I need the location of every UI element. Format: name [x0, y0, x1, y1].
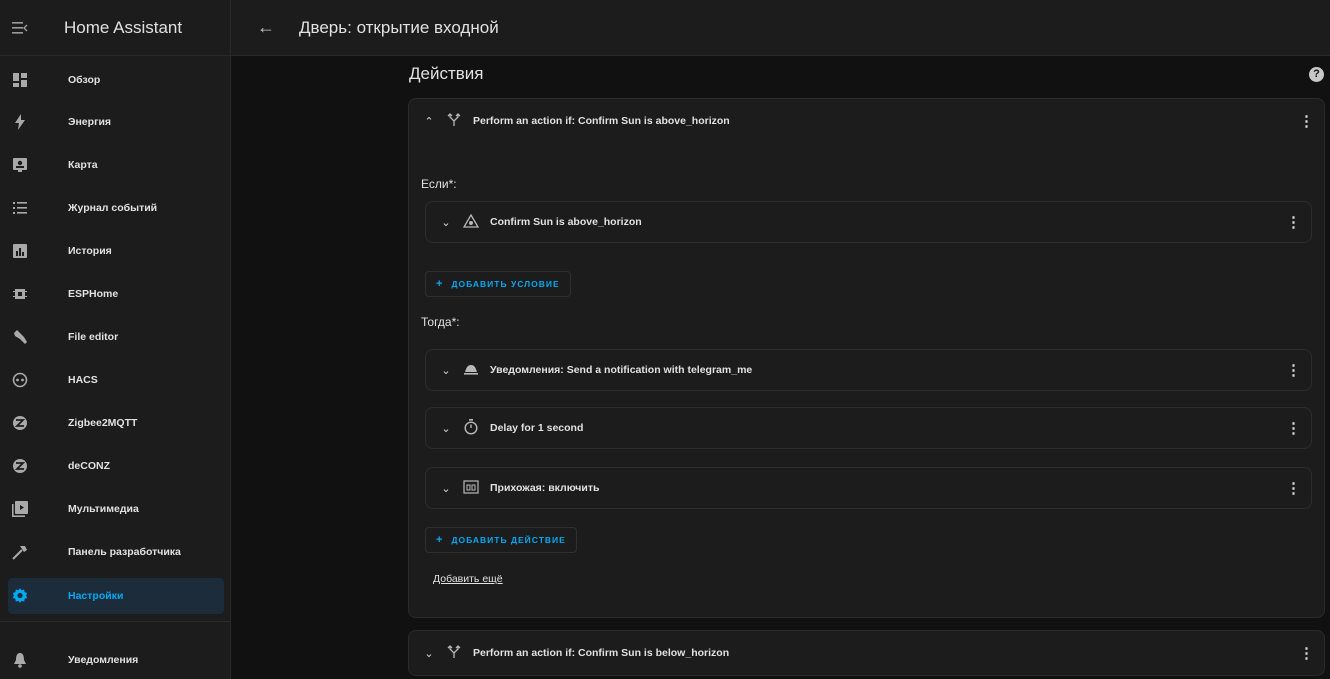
- chip-icon: [8, 287, 32, 301]
- sidebar-item-label: Энергия: [68, 116, 112, 128]
- action-card-title: Perform an action if: Confirm Sun is abo…: [473, 115, 730, 127]
- plus-icon: +: [436, 278, 444, 290]
- action-label: Прихожая: включить: [490, 482, 600, 494]
- more-vert-icon[interactable]: ⋮: [1286, 408, 1301, 448]
- action-row-header[interactable]: ⌄ Уведомления: Send a notification with …: [426, 350, 1311, 390]
- sidebar-item-label: Уведомления: [68, 654, 139, 666]
- branch-icon: [445, 644, 463, 662]
- more-vert-icon[interactable]: ⋮: [1286, 350, 1301, 390]
- menu-icon[interactable]: [0, 21, 40, 35]
- dashboard-icon: [8, 73, 32, 87]
- chevron-down-icon[interactable]: ⌄: [438, 364, 454, 377]
- sidebar-item-file-editor[interactable]: File editor: [8, 319, 224, 355]
- add-action-button[interactable]: + ДОБАВИТЬ ДЕЙСТВИЕ: [425, 527, 577, 553]
- more-vert-icon[interactable]: ⋮: [1299, 631, 1314, 675]
- action-label: Delay for 1 second: [490, 422, 584, 434]
- gear-icon: [8, 588, 32, 604]
- sidebar-item-label: deCONZ: [68, 460, 110, 472]
- sidebar-item-label: File editor: [68, 331, 119, 343]
- action-card-choose: ⌄ Perform an action if: Confirm Sun is b…: [408, 630, 1325, 676]
- sidebar-item-deconz[interactable]: deCONZ: [8, 448, 224, 484]
- sidebar-item-history[interactable]: История: [8, 233, 224, 269]
- sidebar: Home Assistant Обзор Энергия Карта Журна…: [0, 0, 231, 679]
- hammer-icon: [8, 544, 32, 560]
- condition-row: ⌄ Confirm Sun is above_horizon ⋮: [425, 201, 1312, 243]
- action-row: ⌄ Прихожая: включить ⋮: [425, 467, 1312, 509]
- sidebar-item-label: Журнал событий: [68, 202, 158, 214]
- sidebar-item-map[interactable]: Карта: [8, 147, 224, 183]
- chevron-down-icon[interactable]: ⌄: [438, 422, 454, 435]
- condition-row-header[interactable]: ⌄ Confirm Sun is above_horizon ⋮: [426, 202, 1311, 242]
- chevron-down-icon[interactable]: ⌄: [421, 647, 437, 660]
- sidebar-item-energy[interactable]: Энергия: [8, 104, 224, 140]
- sidebar-item-label: Обзор: [68, 74, 101, 86]
- chevron-up-icon[interactable]: ⌃: [421, 115, 437, 128]
- more-vert-icon[interactable]: ⋮: [1286, 468, 1301, 508]
- top-bar: ← Дверь: открытие входной: [231, 0, 1330, 56]
- sidebar-item-label: ESPHome: [68, 288, 119, 300]
- condition-label: Confirm Sun is above_horizon: [490, 216, 642, 228]
- sidebar-item-label: Мультимедиа: [68, 503, 139, 515]
- add-condition-label: ДОБАВИТЬ УСЛОВИЕ: [451, 279, 560, 289]
- action-label: Уведомления: Send a notification with te…: [490, 364, 753, 376]
- sidebar-divider: [0, 621, 231, 622]
- arrow-left-icon[interactable]: ←: [257, 17, 275, 38]
- sun-horizon-icon: [462, 213, 480, 231]
- action-row: ⌄ Уведомления: Send a notification with …: [425, 349, 1312, 391]
- bell-icon: [462, 363, 480, 378]
- sidebar-item-logbook[interactable]: Журнал событий: [8, 190, 224, 226]
- sidebar-item-settings[interactable]: Настройки: [8, 578, 224, 614]
- zigbee-icon: [8, 415, 32, 431]
- if-label: Если*:: [421, 177, 457, 191]
- sidebar-item-media[interactable]: Мультимедиа: [8, 491, 224, 527]
- timer-icon: [462, 418, 480, 438]
- action-card-title: Perform an action if: Confirm Sun is bel…: [473, 647, 730, 659]
- hacs-icon: [8, 372, 32, 388]
- media-icon: [8, 501, 32, 517]
- action-card-header[interactable]: ⌄ Perform an action if: Confirm Sun is b…: [409, 631, 1324, 675]
- sidebar-item-label: Zigbee2MQTT: [68, 417, 138, 429]
- sidebar-item-label: Настройки: [68, 590, 124, 602]
- lightning-icon: [8, 114, 32, 130]
- add-more-link[interactable]: Добавить ещё: [433, 573, 503, 585]
- sidebar-item-developer-tools[interactable]: Панель разработчика: [8, 534, 224, 570]
- more-vert-icon[interactable]: ⋮: [1286, 202, 1301, 242]
- sidebar-item-label: История: [68, 245, 112, 257]
- then-label: Тогда*:: [421, 315, 460, 329]
- sidebar-header: Home Assistant: [0, 0, 230, 56]
- branch-icon: [445, 112, 463, 130]
- map-icon: [8, 158, 32, 172]
- sidebar-item-label: Панель разработчика: [68, 546, 181, 558]
- add-action-label: ДОБАВИТЬ ДЕЙСТВИЕ: [451, 535, 566, 545]
- light-switch-icon: [462, 479, 480, 497]
- list-icon: [8, 202, 32, 214]
- chevron-down-icon[interactable]: ⌄: [438, 216, 454, 229]
- help-icon[interactable]: ?: [1309, 67, 1324, 82]
- plus-icon: +: [436, 534, 444, 546]
- action-row-header[interactable]: ⌄ Delay for 1 second ⋮: [426, 408, 1311, 448]
- action-row: ⌄ Delay for 1 second ⋮: [425, 407, 1312, 449]
- page-title: Дверь: открытие входной: [299, 17, 499, 37]
- more-vert-icon[interactable]: ⋮: [1299, 99, 1314, 143]
- sidebar-item-notifications[interactable]: Уведомления: [8, 642, 224, 678]
- add-condition-button[interactable]: + ДОБАВИТЬ УСЛОВИЕ: [425, 271, 571, 297]
- zigbee-icon: [8, 458, 32, 474]
- sidebar-item-label: Карта: [68, 159, 98, 171]
- sidebar-item-label: HACS: [68, 374, 98, 386]
- main-content: Действия ? ⌃ Perform an action if: Confi…: [231, 56, 1330, 679]
- action-row-header[interactable]: ⌄ Прихожая: включить ⋮: [426, 468, 1311, 508]
- action-card-choose: ⌃ Perform an action if: Confirm Sun is a…: [408, 98, 1325, 618]
- chevron-down-icon[interactable]: ⌄: [438, 482, 454, 495]
- wrench-icon: [8, 329, 32, 345]
- bell-icon: [8, 652, 32, 668]
- chart-icon: [8, 244, 32, 258]
- sidebar-item-zigbee2mqtt[interactable]: Zigbee2MQTT: [8, 405, 224, 441]
- sidebar-item-esphome[interactable]: ESPHome: [8, 276, 224, 312]
- section-title: Действия: [409, 64, 484, 83]
- action-card-header[interactable]: ⌃ Perform an action if: Confirm Sun is a…: [409, 99, 1324, 143]
- sidebar-item-hacs[interactable]: HACS: [8, 362, 224, 398]
- app-title: Home Assistant: [64, 17, 183, 37]
- sidebar-item-overview[interactable]: Обзор: [8, 62, 224, 98]
